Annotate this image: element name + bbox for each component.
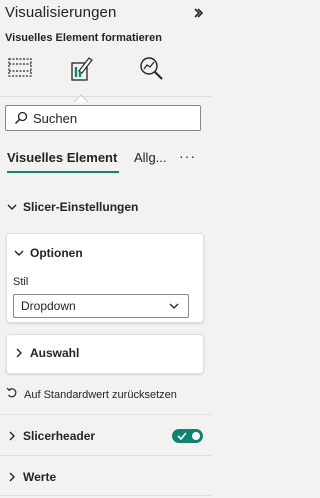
values-label: Werte [23, 470, 57, 484]
selection-card[interactable]: Auswahl [6, 334, 204, 374]
checkmark-icon [177, 427, 187, 445]
search-icon [14, 111, 28, 125]
search-input[interactable]: Suchen [5, 105, 201, 131]
chevron-down-icon [168, 297, 180, 315]
divider [0, 414, 211, 415]
active-tab-underline [7, 171, 119, 173]
reset-icon [6, 386, 18, 404]
selection-label: Auswahl [30, 346, 80, 360]
format-visual-subtitle: Visuelles Element formatieren [5, 32, 162, 44]
divider [0, 495, 211, 496]
chevron-down-icon [12, 246, 26, 260]
options-label: Optionen [30, 246, 83, 260]
chevron-right-icon [5, 470, 19, 484]
more-options-icon[interactable]: ··· [179, 148, 196, 164]
section-values[interactable]: Werte [0, 466, 211, 488]
build-visual-icon[interactable] [5, 54, 35, 82]
style-dropdown[interactable]: Dropdown [13, 294, 189, 318]
reset-label: Auf Standardwert zurücksetzen [24, 389, 177, 401]
toggle-knob [192, 432, 200, 440]
options-card: Optionen Stil Dropdown [6, 233, 204, 323]
chevron-right-icon [12, 346, 26, 360]
analytics-magnifier-icon[interactable] [136, 54, 166, 82]
tab-visual[interactable]: Visuelles Element [7, 150, 117, 165]
collapse-pane-icon[interactable] [193, 6, 204, 18]
pane-title: Visualisierungen [5, 4, 117, 21]
slicer-header-label: Slicerheader [23, 429, 96, 443]
chevron-right-icon [5, 429, 19, 443]
style-dropdown-value: Dropdown [21, 299, 76, 313]
divider [0, 96, 211, 97]
divider [0, 455, 211, 456]
style-label: Stil [13, 276, 29, 288]
chevron-down-icon [5, 200, 19, 214]
section-label: Slicer-Einstellungen [23, 200, 139, 214]
reset-to-default-button[interactable]: Auf Standardwert zurücksetzen [6, 386, 177, 404]
selection-header[interactable]: Auswahl [7, 346, 79, 360]
tab-general[interactable]: Allg... [134, 150, 167, 165]
section-slicer-settings[interactable]: Slicer-Einstellungen [0, 196, 211, 218]
slicer-header-toggle[interactable] [172, 429, 203, 443]
options-header[interactable]: Optionen [7, 246, 83, 260]
format-paintbrush-icon[interactable] [66, 54, 96, 82]
search-placeholder: Suchen [33, 110, 78, 126]
